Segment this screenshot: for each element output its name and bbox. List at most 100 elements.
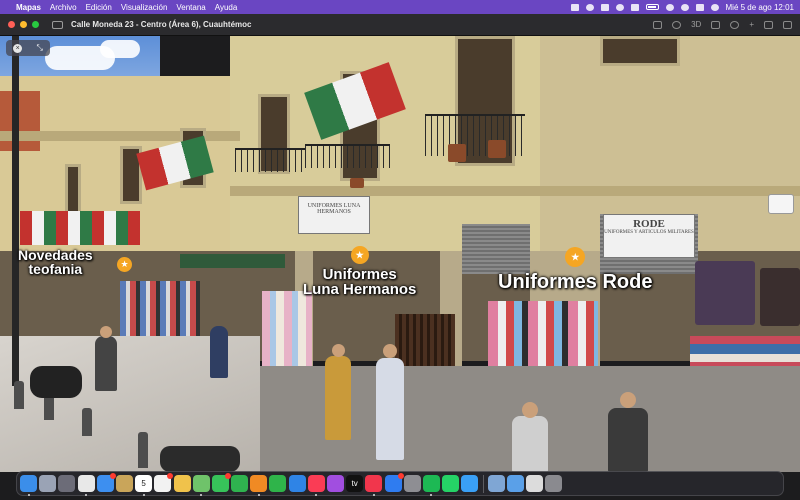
- preview-icon[interactable]: [487, 475, 505, 492]
- chrome-icon[interactable]: [77, 475, 95, 496]
- rode-sign-title: RODE: [633, 218, 665, 230]
- map-mode-icon[interactable]: [653, 20, 663, 29]
- flag-bunting: [20, 211, 140, 245]
- flower-pot: [350, 178, 364, 188]
- rode-sign-subtitle: UNIFORMES Y ARTICULOS MILITARES: [604, 230, 694, 235]
- pages-icon[interactable]: [250, 475, 268, 496]
- reminders-icon[interactable]: [154, 473, 174, 492]
- menu-app-name[interactable]: Mapas: [16, 3, 41, 12]
- add-icon[interactable]: +: [749, 20, 754, 29]
- keynote-icon[interactable]: [288, 475, 306, 492]
- wifi-icon[interactable]: [665, 3, 674, 11]
- close-look-around-button[interactable]: ×: [13, 43, 23, 53]
- menu-ventana[interactable]: Ventana: [176, 3, 205, 12]
- expand-look-around-button[interactable]: ⤡: [36, 43, 42, 53]
- whatsapp-icon[interactable]: [442, 475, 460, 492]
- calendar-icon[interactable]: 5: [135, 475, 153, 496]
- messages-icon[interactable]: [211, 473, 231, 492]
- bag: [760, 268, 800, 326]
- sidebar-toggle-icon[interactable]: [52, 20, 63, 29]
- mission-control-icon[interactable]: [58, 475, 76, 492]
- facetime-icon[interactable]: [231, 475, 249, 492]
- poi-label: Novedades: [18, 247, 93, 263]
- extension-status-icon[interactable]: [600, 3, 609, 11]
- pedestrian: [512, 416, 548, 472]
- display-icon[interactable]: [630, 3, 639, 11]
- motorcycle: [160, 446, 240, 472]
- cloud: [100, 40, 140, 58]
- location-arrow-icon[interactable]: [672, 20, 682, 29]
- pedestrian-head: [332, 344, 345, 357]
- zoom-icon[interactable]: [730, 20, 740, 29]
- launchpad-icon[interactable]: [39, 475, 57, 492]
- 3d-toggle-button[interactable]: 3D: [691, 20, 701, 29]
- trash-icon[interactable]: [545, 475, 563, 492]
- pedestrian: [608, 408, 648, 472]
- menu-visualizacion[interactable]: Visualización: [121, 3, 168, 12]
- search-icon[interactable]: [783, 20, 792, 29]
- finder-icon[interactable]: [20, 475, 37, 496]
- minimize-window-button[interactable]: [20, 21, 27, 28]
- numbers-icon[interactable]: [269, 475, 287, 492]
- notification-badge: [109, 473, 116, 479]
- binoculars-icon[interactable]: [711, 20, 721, 29]
- music-icon[interactable]: [307, 475, 325, 496]
- running-indicator: [372, 494, 375, 496]
- menu-archivo[interactable]: Archivo: [50, 3, 77, 12]
- control-center-icon[interactable]: [695, 3, 704, 11]
- poi-uniformes-luna-hermanos[interactable]: ★ Uniformes Luna Hermanos: [303, 246, 416, 297]
- spotlight-search-icon[interactable]: [680, 3, 689, 11]
- mail-icon[interactable]: [96, 473, 116, 492]
- balcony: [305, 144, 390, 168]
- dropbox-status-icon[interactable]: [570, 3, 579, 11]
- pedestrian-head: [522, 402, 538, 418]
- running-indicator: [315, 494, 318, 496]
- cornice: [230, 186, 800, 196]
- menu-clock[interactable]: Mié 5 de ago 12:01: [726, 3, 795, 12]
- bluetooth-icon[interactable]: [615, 3, 624, 11]
- running-indicator: [142, 494, 145, 496]
- spotify-icon[interactable]: [422, 475, 440, 496]
- zoom-window-button[interactable]: [32, 21, 39, 28]
- safari-icon[interactable]: [461, 475, 479, 492]
- news-icon[interactable]: [365, 475, 383, 496]
- app-store-icon[interactable]: [384, 473, 404, 492]
- downloads-folder-icon[interactable]: [506, 475, 524, 492]
- motorcycle: [30, 366, 82, 398]
- settings-icon[interactable]: [403, 475, 421, 492]
- menu-edicion[interactable]: Edición: [86, 3, 112, 12]
- window-title: Calle Moneda 23 - Centro (Área 6), Cuauh…: [71, 20, 252, 29]
- dock-separator: [482, 474, 484, 493]
- poi-label: Luna Hermanos: [303, 281, 417, 298]
- podcasts-icon[interactable]: [327, 475, 344, 492]
- shirt-icon: ★: [350, 246, 369, 264]
- running-indicator: [85, 494, 88, 496]
- clothing-store-icon[interactable]: ★: [117, 257, 132, 272]
- tv-icon[interactable]: tv: [346, 475, 364, 492]
- siri-icon[interactable]: [710, 3, 719, 11]
- info-card-icon[interactable]: [768, 194, 794, 214]
- running-indicator: [27, 494, 30, 496]
- window: [600, 36, 680, 66]
- screenshot-thumb-icon[interactable]: [526, 475, 544, 492]
- running-indicator: [430, 494, 433, 496]
- lamp-post: [12, 36, 19, 386]
- maps-icon[interactable]: [192, 475, 210, 496]
- look-around-view[interactable]: UNIFORMES LUNA HERMANOS RODE UNIFORMES Y…: [0, 36, 800, 472]
- bollard: [82, 408, 92, 436]
- poi-label: teofania: [28, 261, 83, 277]
- poi-novedades-teofania[interactable]: Novedades teofania: [18, 248, 93, 276]
- pedestrian: [210, 326, 228, 378]
- share-icon[interactable]: [764, 20, 773, 29]
- battery-icon[interactable]: [645, 4, 659, 10]
- notification-badge: [167, 473, 174, 479]
- green-awning: [180, 254, 285, 268]
- poi-uniformes-rode[interactable]: ★ Uniformes Rode: [498, 244, 652, 292]
- bollard: [138, 432, 148, 468]
- menu-ayuda[interactable]: Ayuda: [215, 3, 238, 12]
- photos-icon[interactable]: [173, 475, 191, 492]
- notes-app-icon[interactable]: [115, 475, 133, 492]
- close-window-button[interactable]: [8, 21, 15, 28]
- running-indicator: [200, 494, 203, 496]
- screen-record-icon[interactable]: [585, 3, 594, 11]
